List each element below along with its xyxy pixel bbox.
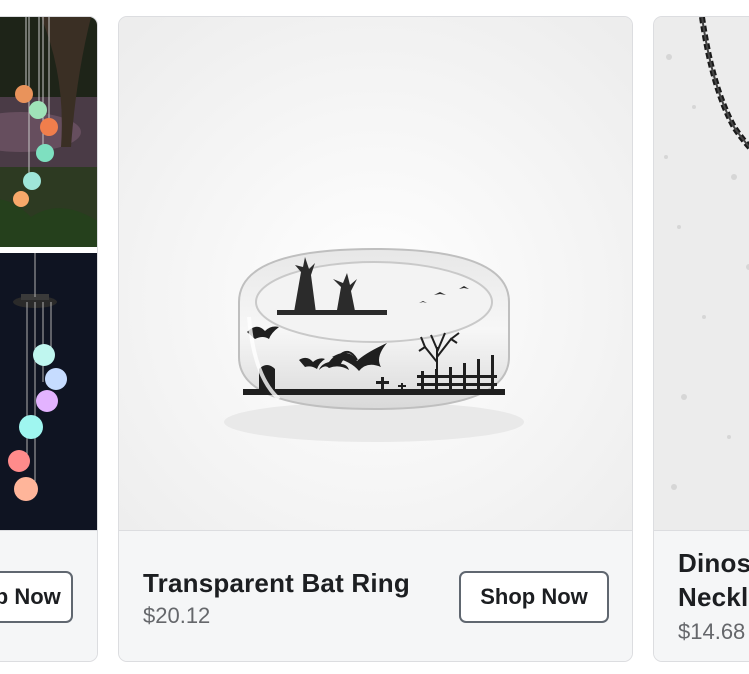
product-card-bat-ring[interactable]: Transparent Bat Ring $20.12 Shop Now [118,16,633,662]
product-footer: Dinos Neckl $14.68 [654,530,749,661]
product-price: $14.68 [678,619,746,644]
product-card-dinosaur-necklace[interactable]: Dinos Neckl $14.68 [653,16,749,662]
product-title-line-1[interactable]: Dinos [678,547,749,580]
product-title[interactable]: Transparent Bat Ring [143,567,410,600]
product-footer: Transparent Bat Ring $20.12 Shop Now [119,530,632,661]
product-price: $20.12 [143,603,211,628]
product-image-wind-chime[interactable] [0,17,97,531]
product-image-bat-ring[interactable] [119,17,632,531]
shop-now-button[interactable]: Shop Now [0,571,73,623]
product-card-wind-chime[interactable]: Shop Now [0,16,98,662]
product-footer: Shop Now [0,530,97,661]
product-image-dinosaur-necklace[interactable] [654,17,749,531]
product-title-line-2[interactable]: Neckl [678,581,748,614]
shop-now-button[interactable]: Shop Now [459,571,609,623]
